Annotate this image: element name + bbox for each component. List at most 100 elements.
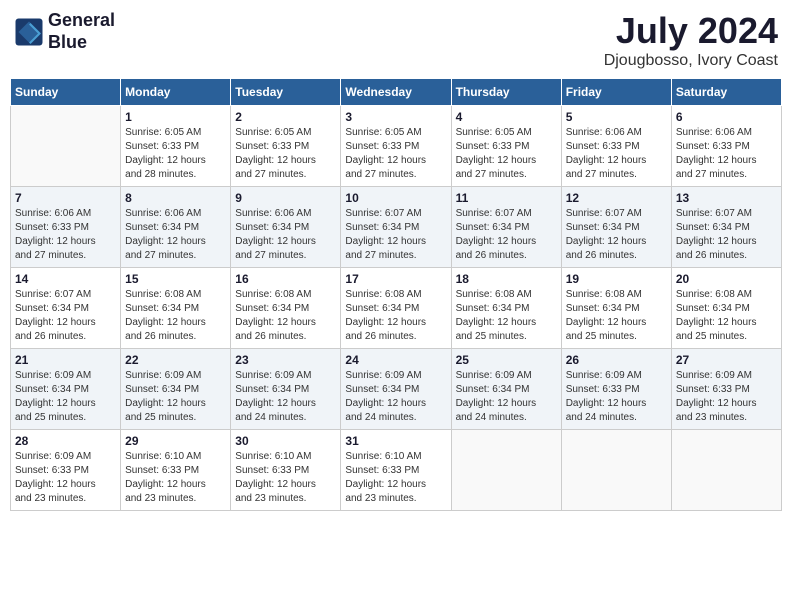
calendar-cell: 8 Sunrise: 6:06 AM Sunset: 6:34 PM Daylig… bbox=[121, 187, 231, 268]
day-info: Sunrise: 6:10 AM Sunset: 6:33 PM Dayligh… bbox=[125, 450, 226, 506]
calendar-table: SundayMondayTuesdayWednesdayThursdayFrid… bbox=[10, 78, 782, 511]
calendar-cell: 13 Sunrise: 6:07 AM Sunset: 6:34 PM Dayli… bbox=[671, 187, 781, 268]
day-info: Sunrise: 6:10 AM Sunset: 6:33 PM Dayligh… bbox=[345, 450, 446, 506]
day-number: 6 bbox=[676, 110, 777, 124]
day-number: 24 bbox=[345, 353, 446, 367]
calendar-cell: 20 Sunrise: 6:08 AM Sunset: 6:34 PM Dayli… bbox=[671, 268, 781, 349]
day-number: 26 bbox=[566, 353, 667, 367]
logo-line2: Blue bbox=[48, 32, 115, 54]
calendar-cell: 27 Sunrise: 6:09 AM Sunset: 6:33 PM Dayli… bbox=[671, 349, 781, 430]
day-number: 22 bbox=[125, 353, 226, 367]
day-number: 8 bbox=[125, 191, 226, 205]
day-number: 20 bbox=[676, 272, 777, 286]
calendar-cell: 28 Sunrise: 6:09 AM Sunset: 6:33 PM Dayli… bbox=[11, 430, 121, 511]
day-number: 10 bbox=[345, 191, 446, 205]
calendar-cell: 1 Sunrise: 6:05 AM Sunset: 6:33 PM Daylig… bbox=[121, 106, 231, 187]
title-section: July 2024 Djougbosso, Ivory Coast bbox=[604, 10, 778, 70]
day-info: Sunrise: 6:08 AM Sunset: 6:34 PM Dayligh… bbox=[676, 288, 777, 344]
calendar-cell: 5 Sunrise: 6:06 AM Sunset: 6:33 PM Daylig… bbox=[561, 106, 671, 187]
day-info: Sunrise: 6:09 AM Sunset: 6:33 PM Dayligh… bbox=[676, 369, 777, 425]
day-info: Sunrise: 6:09 AM Sunset: 6:34 PM Dayligh… bbox=[345, 369, 446, 425]
day-number: 27 bbox=[676, 353, 777, 367]
day-info: Sunrise: 6:08 AM Sunset: 6:34 PM Dayligh… bbox=[566, 288, 667, 344]
calendar-cell: 19Sunrise: 6:08 AM Sunset: 6:34 PM Dayli… bbox=[561, 268, 671, 349]
day-info: Sunrise: 6:08 AM Sunset: 6:34 PM Dayligh… bbox=[125, 288, 226, 344]
day-info: Sunrise: 6:06 AM Sunset: 6:34 PM Dayligh… bbox=[125, 207, 226, 263]
day-info: Sunrise: 6:08 AM Sunset: 6:34 PM Dayligh… bbox=[456, 288, 557, 344]
calendar-cell: 15 Sunrise: 6:08 AM Sunset: 6:34 PM Dayli… bbox=[121, 268, 231, 349]
day-number: 23 bbox=[235, 353, 336, 367]
day-number: 7 bbox=[15, 191, 116, 205]
day-info: Sunrise: 6:06 AM Sunset: 6:33 PM Dayligh… bbox=[566, 126, 667, 182]
day-info: Sunrise: 6:06 AM Sunset: 6:33 PM Dayligh… bbox=[15, 207, 116, 263]
day-info: Sunrise: 6:05 AM Sunset: 6:33 PM Dayligh… bbox=[235, 126, 336, 182]
day-number: 11 bbox=[456, 191, 557, 205]
location-title: Djougbosso, Ivory Coast bbox=[604, 52, 778, 70]
day-number: 30 bbox=[235, 434, 336, 448]
day-number: 14 bbox=[15, 272, 116, 286]
day-info: Sunrise: 6:09 AM Sunset: 6:34 PM Dayligh… bbox=[125, 369, 226, 425]
day-number: 5 bbox=[566, 110, 667, 124]
calendar-week-3: 14 Sunrise: 6:07 AM Sunset: 6:34 PM Dayli… bbox=[11, 268, 782, 349]
day-number: 3 bbox=[345, 110, 446, 124]
header: General Blue July 2024 Djougbosso, Ivory… bbox=[10, 10, 782, 70]
calendar-cell: 9Sunrise: 6:06 AM Sunset: 6:34 PM Daylig… bbox=[231, 187, 341, 268]
calendar-cell bbox=[451, 430, 561, 511]
day-header-wednesday: Wednesday bbox=[341, 79, 451, 106]
calendar-cell: 7 Sunrise: 6:06 AM Sunset: 6:33 PM Daylig… bbox=[11, 187, 121, 268]
logo-icon bbox=[14, 17, 44, 47]
day-info: Sunrise: 6:07 AM Sunset: 6:34 PM Dayligh… bbox=[456, 207, 557, 263]
day-info: Sunrise: 6:09 AM Sunset: 6:33 PM Dayligh… bbox=[15, 450, 116, 506]
day-info: Sunrise: 6:07 AM Sunset: 6:34 PM Dayligh… bbox=[15, 288, 116, 344]
day-header-thursday: Thursday bbox=[451, 79, 561, 106]
day-info: Sunrise: 6:07 AM Sunset: 6:34 PM Dayligh… bbox=[345, 207, 446, 263]
calendar-cell: 16Sunrise: 6:08 AM Sunset: 6:34 PM Dayli… bbox=[231, 268, 341, 349]
calendar-cell: 12Sunrise: 6:07 AM Sunset: 6:34 PM Dayli… bbox=[561, 187, 671, 268]
calendar-cell: 4Sunrise: 6:05 AM Sunset: 6:33 PM Daylig… bbox=[451, 106, 561, 187]
day-number: 25 bbox=[456, 353, 557, 367]
calendar-cell: 30Sunrise: 6:10 AM Sunset: 6:33 PM Dayli… bbox=[231, 430, 341, 511]
day-number: 31 bbox=[345, 434, 446, 448]
calendar-cell: 22 Sunrise: 6:09 AM Sunset: 6:34 PM Dayli… bbox=[121, 349, 231, 430]
calendar-cell: 3Sunrise: 6:05 AM Sunset: 6:33 PM Daylig… bbox=[341, 106, 451, 187]
day-number: 2 bbox=[235, 110, 336, 124]
day-number: 28 bbox=[15, 434, 116, 448]
day-number: 16 bbox=[235, 272, 336, 286]
day-info: Sunrise: 6:08 AM Sunset: 6:34 PM Dayligh… bbox=[345, 288, 446, 344]
day-number: 12 bbox=[566, 191, 667, 205]
calendar-cell: 6Sunrise: 6:06 AM Sunset: 6:33 PM Daylig… bbox=[671, 106, 781, 187]
day-header-tuesday: Tuesday bbox=[231, 79, 341, 106]
calendar-cell: 11 Sunrise: 6:07 AM Sunset: 6:34 PM Dayli… bbox=[451, 187, 561, 268]
calendar-cell: 25 Sunrise: 6:09 AM Sunset: 6:34 PM Dayli… bbox=[451, 349, 561, 430]
day-info: Sunrise: 6:09 AM Sunset: 6:34 PM Dayligh… bbox=[235, 369, 336, 425]
day-info: Sunrise: 6:09 AM Sunset: 6:34 PM Dayligh… bbox=[456, 369, 557, 425]
month-title: July 2024 bbox=[604, 10, 778, 52]
calendar-header-row: SundayMondayTuesdayWednesdayThursdayFrid… bbox=[11, 79, 782, 106]
day-number: 15 bbox=[125, 272, 226, 286]
calendar-cell: 17 Sunrise: 6:08 AM Sunset: 6:34 PM Dayli… bbox=[341, 268, 451, 349]
day-info: Sunrise: 6:05 AM Sunset: 6:33 PM Dayligh… bbox=[125, 126, 226, 182]
calendar-cell: 26Sunrise: 6:09 AM Sunset: 6:33 PM Dayli… bbox=[561, 349, 671, 430]
day-number: 1 bbox=[125, 110, 226, 124]
day-number: 9 bbox=[235, 191, 336, 205]
day-number: 13 bbox=[676, 191, 777, 205]
day-number: 18 bbox=[456, 272, 557, 286]
calendar-week-1: 1 Sunrise: 6:05 AM Sunset: 6:33 PM Daylig… bbox=[11, 106, 782, 187]
day-number: 21 bbox=[15, 353, 116, 367]
calendar-week-2: 7 Sunrise: 6:06 AM Sunset: 6:33 PM Daylig… bbox=[11, 187, 782, 268]
calendar-cell bbox=[671, 430, 781, 511]
day-info: Sunrise: 6:05 AM Sunset: 6:33 PM Dayligh… bbox=[456, 126, 557, 182]
day-header-friday: Friday bbox=[561, 79, 671, 106]
calendar-cell: 23 Sunrise: 6:09 AM Sunset: 6:34 PM Dayli… bbox=[231, 349, 341, 430]
day-number: 17 bbox=[345, 272, 446, 286]
calendar-cell bbox=[11, 106, 121, 187]
calendar-cell: 29Sunrise: 6:10 AM Sunset: 6:33 PM Dayli… bbox=[121, 430, 231, 511]
calendar-cell: 31 Sunrise: 6:10 AM Sunset: 6:33 PM Dayli… bbox=[341, 430, 451, 511]
day-header-saturday: Saturday bbox=[671, 79, 781, 106]
day-header-monday: Monday bbox=[121, 79, 231, 106]
calendar-cell bbox=[561, 430, 671, 511]
calendar-cell: 18 Sunrise: 6:08 AM Sunset: 6:34 PM Dayli… bbox=[451, 268, 561, 349]
logo-line1: General bbox=[48, 10, 115, 32]
calendar-cell: 21Sunrise: 6:09 AM Sunset: 6:34 PM Dayli… bbox=[11, 349, 121, 430]
day-info: Sunrise: 6:07 AM Sunset: 6:34 PM Dayligh… bbox=[676, 207, 777, 263]
